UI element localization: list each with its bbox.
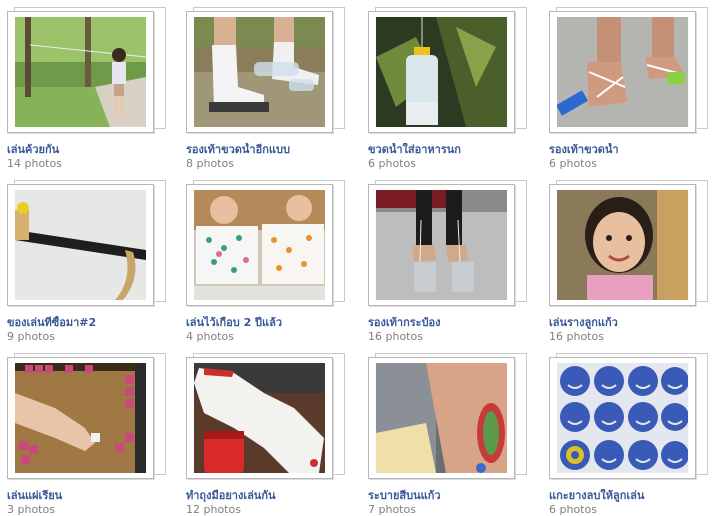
album-card[interactable]: ระบายสีบนแก้ว 7 photos [368, 353, 538, 516]
album-cover[interactable] [549, 7, 709, 137]
kids-paintings-photo[interactable] [194, 190, 325, 300]
eraser-stamps-photo[interactable] [557, 363, 688, 473]
album-photo-count: 7 photos [368, 503, 416, 516]
slingshot-toy-photo[interactable] [15, 190, 146, 300]
album-title[interactable]: แกะยางลบให้ลูกเล่น [549, 489, 713, 502]
can-stilts-photo[interactable] [376, 190, 507, 300]
album-cover[interactable] [7, 7, 167, 137]
album-title[interactable]: เล่นค้วยกัน [7, 143, 182, 156]
bottle-sandals-photo[interactable] [557, 17, 688, 127]
album-photo-count: 14 photos [7, 157, 62, 170]
album-cover[interactable] [186, 7, 346, 137]
album-card[interactable]: รองเท้ากระป๋อง 16 photos [368, 180, 538, 343]
album-card[interactable]: เล่นค้วยกัน 14 photos [7, 7, 177, 170]
bird-feeder-bottle-photo[interactable] [376, 17, 507, 127]
album-title[interactable]: เล่นรางลูกแก้ว [549, 316, 713, 329]
album-title[interactable]: ของเล่นที่ซื้อมา#2 [7, 316, 182, 329]
album-cover[interactable] [549, 180, 709, 310]
album-photo-count: 4 photos [186, 330, 234, 343]
album-photo-count: 16 photos [368, 330, 423, 343]
album-photo-count: 8 photos [186, 157, 234, 170]
dice-game-photo[interactable] [15, 363, 146, 473]
album-photo-count: 9 photos [7, 330, 55, 343]
bottle-shoes-socks-photo[interactable] [194, 17, 325, 127]
album-photo-count: 12 photos [186, 503, 241, 516]
album-photo-count: 6 photos [549, 503, 597, 516]
album-photo-count: 6 photos [549, 157, 597, 170]
album-card[interactable]: เล่นรางลูกแก้ว 16 photos [549, 180, 713, 343]
album-title[interactable]: เล่นแผ่เรียน [7, 489, 182, 502]
album-photo-count: 3 photos [7, 503, 55, 516]
painted-arm-photo[interactable] [376, 363, 507, 473]
album-title[interactable]: เล่นไว้เกือบ 2 ปีแล้ว [186, 316, 361, 329]
album-cover[interactable] [368, 353, 528, 483]
smiling-girl-photo[interactable] [557, 190, 688, 300]
album-card[interactable]: เล่นไว้เกือบ 2 ปีแล้ว 4 photos [186, 180, 356, 343]
album-cover[interactable] [7, 353, 167, 483]
album-cover[interactable] [186, 353, 346, 483]
album-card[interactable]: รองเท้าขวดน้ำ 6 photos [549, 7, 713, 170]
album-card[interactable]: เล่นแผ่เรียน 3 photos [7, 353, 177, 516]
album-photo-count: 16 photos [549, 330, 604, 343]
album-card[interactable]: ของเล่นที่ซื้อมา#2 9 photos [7, 180, 177, 343]
album-title[interactable]: รองเท้าขวดน้ำอีกแบบ [186, 143, 361, 156]
album-photo-count: 6 photos [368, 157, 416, 170]
album-cover[interactable] [549, 353, 709, 483]
album-cover[interactable] [368, 7, 528, 137]
album-cover[interactable] [186, 180, 346, 310]
girl-with-rope-photo[interactable] [15, 17, 146, 127]
album-card[interactable]: แกะยางลบให้ลูกเล่น 6 photos [549, 353, 713, 516]
album-card[interactable]: ขวดน้ำใส่อาหารนก 6 photos [368, 7, 538, 170]
album-cover[interactable] [7, 180, 167, 310]
rubber-glove-photo[interactable] [194, 363, 325, 473]
album-title[interactable]: ทำถุงมือยางเล่นกัน [186, 489, 361, 502]
album-title[interactable]: รองเท้ากระป๋อง [368, 316, 543, 329]
album-card[interactable]: ทำถุงมือยางเล่นกัน 12 photos [186, 353, 356, 516]
album-card[interactable]: รองเท้าขวดน้ำอีกแบบ 8 photos [186, 7, 356, 170]
album-cover[interactable] [368, 180, 528, 310]
album-title[interactable]: รองเท้าขวดน้ำ [549, 143, 713, 156]
album-title[interactable]: ระบายสีบนแก้ว [368, 489, 543, 502]
album-title[interactable]: ขวดน้ำใส่อาหารนก [368, 143, 543, 156]
